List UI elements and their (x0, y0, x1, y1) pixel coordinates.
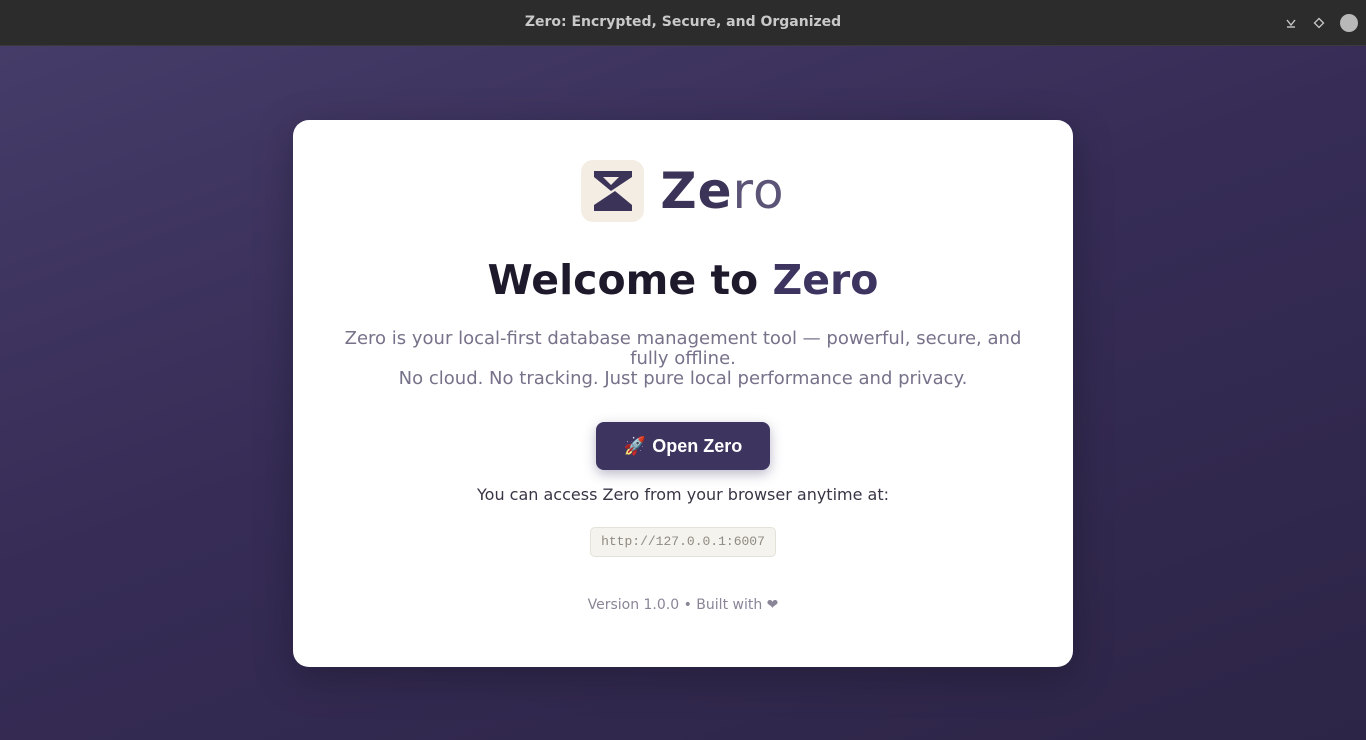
brand-name-bold: Ze (660, 162, 733, 220)
window-titlebar: Zero: Encrypted, Secure, and Organized (0, 0, 1366, 46)
description: Zero is your local-first database manage… (343, 329, 1023, 389)
welcome-card: Zero Welcome to Zero Zero is your local-… (293, 120, 1073, 667)
brand-name: Zero (660, 160, 784, 222)
rocket-icon: 🚀 (623, 436, 647, 456)
open-zero-label: Open Zero (652, 436, 743, 456)
close-icon[interactable] (1340, 14, 1358, 32)
welcome-heading-wrap: Welcome to Zero (293, 256, 1073, 304)
brand-name-light: ro (732, 162, 785, 220)
access-text: You can access Zero from your browser an… (477, 485, 889, 504)
page-title-accent: Zero (772, 256, 879, 304)
url-wrap: http://127.0.0.1:6007 (293, 527, 1073, 557)
description-line-1: Zero is your local-first database manage… (344, 328, 1022, 369)
window-controls (1284, 0, 1358, 46)
local-url[interactable]: http://127.0.0.1:6007 (590, 527, 776, 557)
maximize-icon[interactable] (1312, 16, 1326, 30)
window-title: Zero: Encrypted, Secure, and Organized (524, 14, 842, 30)
brand: Zero (293, 160, 1073, 222)
zero-logo-icon (581, 160, 645, 222)
version-footer: Version 1.0.0 • Built with ❤ (587, 597, 779, 613)
page-title: Welcome to Zero (293, 256, 1073, 304)
minimize-icon[interactable] (1284, 16, 1298, 30)
open-zero-button[interactable]: 🚀 Open Zero (596, 422, 770, 470)
description-line-2: No cloud. No tracking. Just pure local p… (398, 368, 968, 389)
page-title-prefix: Welcome to (487, 256, 773, 304)
